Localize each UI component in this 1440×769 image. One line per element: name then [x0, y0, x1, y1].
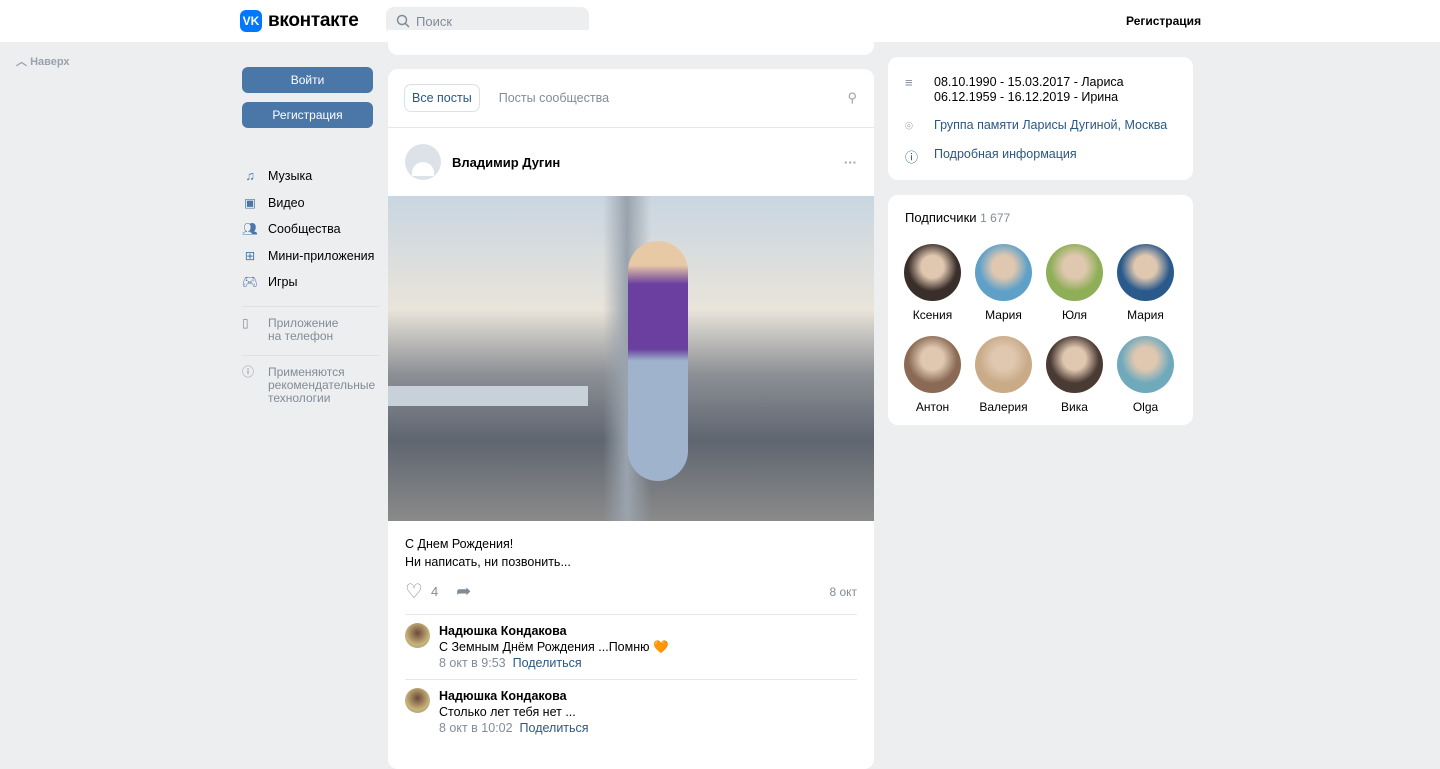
info-icon: ⓘ: [242, 364, 255, 379]
subscriber[interactable]: Мария: [968, 244, 1039, 322]
vk-logo-icon: VK: [240, 10, 262, 32]
subscriber-name: Ксения: [912, 308, 953, 322]
subscriber[interactable]: Ксения: [897, 244, 968, 322]
music-icon: ♫: [245, 169, 255, 184]
communities-icon: 👥︎: [242, 221, 258, 236]
share-icon[interactable]: ➦: [456, 581, 471, 602]
details-link[interactable]: Подробная информация: [934, 147, 1077, 166]
avatar[interactable]: [405, 688, 430, 713]
apps-icon: ⊞: [244, 249, 256, 264]
avatar: [975, 244, 1032, 301]
location-icon: ⌾: [905, 118, 913, 133]
comments: Надюшка Кондакова С Земным Днём Рождения…: [388, 615, 874, 744]
phone-icon: ▯: [242, 315, 249, 330]
video-icon: ▣: [244, 196, 256, 211]
share-link[interactable]: Поделиться: [513, 656, 582, 670]
comment: Надюшка Кондакова С Земным Днём Рождения…: [405, 615, 857, 680]
comment: Надюшка Кондакова Столько лет тебя нет .…: [405, 680, 857, 744]
search-icon[interactable]: ⚲: [847, 90, 857, 106]
mobile-app-link[interactable]: ▯ Приложение на телефон: [242, 315, 379, 343]
avatar: [1117, 244, 1174, 301]
post-header: Владимир Дугин ···: [388, 128, 874, 196]
avatar: [1117, 336, 1174, 393]
post-author[interactable]: Владимир Дугин: [452, 155, 560, 170]
comment-author[interactable]: Надюшка Кондакова: [439, 689, 567, 703]
nav-music[interactable]: ♫ Музыка: [242, 163, 379, 190]
subscriber-name: Антон: [915, 400, 950, 414]
location-link[interactable]: Группа памяти Ларисы Дугиной, Москва: [934, 118, 1167, 134]
subscriber[interactable]: Olga: [1110, 336, 1181, 414]
nav-video[interactable]: ▣ Видео: [242, 190, 379, 217]
nav-apps[interactable]: ⊞ Мини-приложения: [242, 243, 379, 270]
avatar: [975, 336, 1032, 393]
subscriber-name: Olga: [1132, 400, 1159, 414]
subscriber-name: Валерия: [979, 400, 1028, 414]
nav-games[interactable]: 🎮︎ Игры: [242, 269, 379, 296]
divider: [242, 305, 379, 307]
nav-communities[interactable]: 👥︎ Сообщества: [242, 216, 379, 243]
divider: [242, 354, 379, 356]
post-actions: ♡ 4 ➦ 8 окт: [405, 571, 857, 615]
avatar: [1046, 244, 1103, 301]
description-icon: ≡: [905, 75, 913, 90]
search-icon: [396, 14, 410, 28]
share-link[interactable]: Поделиться: [520, 721, 589, 735]
tab-all-posts[interactable]: Все посты: [405, 85, 479, 111]
subscriber-name: Юля: [1061, 308, 1088, 322]
tab-community-posts[interactable]: Посты сообщества: [492, 85, 616, 111]
avatar[interactable]: [405, 144, 441, 180]
avatar: [904, 336, 961, 393]
wall-tabs: Все посты Посты сообщества ⚲: [388, 69, 874, 128]
side-nav: ♫ Музыка ▣ Видео 👥︎ Сообщества ⊞ Мини-прилож…: [242, 163, 379, 417]
subscriber[interactable]: Антон: [897, 336, 968, 414]
post-photo[interactable]: [388, 196, 874, 521]
subscriber[interactable]: Вика: [1039, 336, 1110, 414]
previous-card: [388, 30, 874, 55]
register-link[interactable]: Регистрация: [1126, 14, 1201, 28]
gamepad-icon: 🎮︎: [242, 274, 258, 289]
register-button[interactable]: Регистрация: [242, 102, 373, 128]
subscriber[interactable]: Мария: [1110, 244, 1181, 322]
like-icon[interactable]: ♡: [405, 579, 423, 604]
comment-author[interactable]: Надюшка Кондакова: [439, 624, 567, 638]
recommend-info-link[interactable]: ⓘ Применяются рекомендательные технологии: [242, 364, 379, 405]
subscribers-list: Ксения Мария Юля Мария Антон Валерия Вика Olga: [888, 244, 1193, 428]
subscriber-name: Мария: [985, 308, 1022, 322]
subscribers-header[interactable]: Подписчики 1 677: [888, 210, 1193, 244]
subscriber-name: Мария: [1127, 308, 1164, 322]
login-button[interactable]: Войти: [242, 67, 373, 93]
subscriber[interactable]: Валерия: [968, 336, 1039, 414]
subscriber-name: Вика: [1061, 400, 1088, 414]
subscriber[interactable]: Юля: [1039, 244, 1110, 322]
post-text: С Днем Рождения! Ни написать, ни позвони…: [405, 537, 571, 569]
info-card: ≡ 08.10.1990 - 15.03.2017 - Лариса 06.12.1…: [888, 57, 1193, 180]
avatar: [1046, 336, 1103, 393]
vk-logo[interactable]: VK вконтакте: [240, 10, 359, 32]
subscribers-card: Подписчики 1 677 Ксения Мария Юля Мария Анто…: [888, 195, 1193, 425]
more-icon[interactable]: ···: [844, 155, 857, 170]
scroll-up-button[interactable]: ︿ Наверх: [16, 53, 70, 69]
info-icon: ⓘ: [905, 150, 919, 165]
avatar: [904, 244, 961, 301]
avatar[interactable]: [405, 623, 430, 648]
post-date: 8 окт: [829, 584, 857, 599]
wall-card: Все посты Посты сообщества ⚲ Владимир Ду…: [388, 69, 874, 769]
